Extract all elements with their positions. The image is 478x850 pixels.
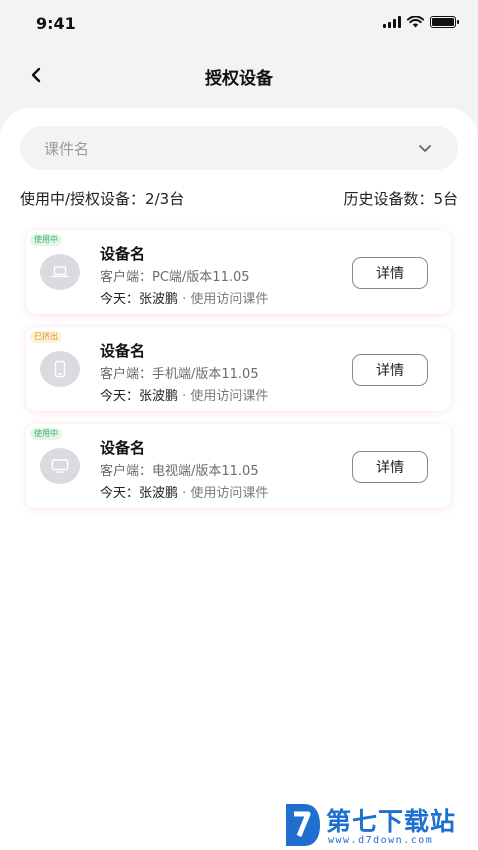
device-card[interactable]: 已挤出 设备名 客户端：手机端/版本11.05 今天：张波鹏 · 使用访问课件 … xyxy=(26,327,451,411)
usage-action: · 使用访问课件 xyxy=(182,389,269,404)
detail-button[interactable]: 详情 xyxy=(352,257,428,289)
device-usage: 今天：张波鹏 · 使用访问课件 xyxy=(100,288,268,307)
d7-logo-icon xyxy=(286,804,320,846)
nav-bar: 授权设备 xyxy=(0,52,478,98)
status-badge: 已挤出 xyxy=(30,331,62,343)
usage-user: 今天：张波鹏 xyxy=(100,292,179,307)
device-usage: 今天：张波鹏 · 使用访问课件 xyxy=(100,385,268,404)
main-panel: 课件名 使用中/授权设备：2/3台 历史设备数：5台 使用中 设备名 客户端：P… xyxy=(0,108,478,850)
watermark-logo: 第七下载站 www.d7down.com xyxy=(282,800,472,848)
wifi-icon xyxy=(407,16,424,28)
status-icons xyxy=(383,16,459,28)
device-name: 设备名 xyxy=(100,342,146,360)
page-title: 授权设备 xyxy=(205,69,273,89)
courseware-select-placeholder: 课件名 xyxy=(44,139,90,158)
device-avatar xyxy=(40,351,80,387)
device-name: 设备名 xyxy=(100,245,146,263)
usage-user: 今天：张波鹏 xyxy=(100,389,179,404)
active-device-count: 使用中/授权设备：2/3台 xyxy=(20,190,185,208)
chevron-down-icon xyxy=(419,144,431,152)
status-time: 9:41 xyxy=(36,14,76,33)
device-name: 设备名 xyxy=(100,439,146,457)
device-summary: 使用中/授权设备：2/3台 历史设备数：5台 xyxy=(20,188,458,209)
device-usage: 今天：张波鹏 · 使用访问课件 xyxy=(100,482,268,501)
status-badge: 使用中 xyxy=(30,428,62,440)
battery-icon xyxy=(430,16,459,28)
laptop-icon xyxy=(51,266,69,278)
usage-user: 今天：张波鹏 xyxy=(100,486,179,501)
device-avatar xyxy=(40,254,80,290)
status-badge: 使用中 xyxy=(30,234,62,246)
device-client: 客户端：手机端/版本11.05 xyxy=(100,367,259,382)
phone-icon xyxy=(54,360,66,378)
device-card[interactable]: 使用中 设备名 客户端：PC端/版本11.05 今天：张波鹏 · 使用访问课件 … xyxy=(26,230,451,314)
courseware-select[interactable]: 课件名 xyxy=(20,126,458,170)
watermark-title: 第七下载站 xyxy=(326,807,457,836)
tv-icon xyxy=(51,459,69,473)
usage-action: · 使用访问课件 xyxy=(182,486,269,501)
detail-button[interactable]: 详情 xyxy=(352,354,428,386)
usage-action: · 使用访问课件 xyxy=(182,292,269,307)
device-avatar xyxy=(40,448,80,484)
status-bar: 9:41 xyxy=(0,0,478,48)
device-card[interactable]: 使用中 设备名 客户端：电视端/版本11.05 今天：张波鹏 · 使用访问课件 … xyxy=(26,424,451,508)
watermark-url: www.d7down.com xyxy=(328,835,434,846)
cellular-signal-icon xyxy=(383,16,401,28)
history-device-count: 历史设备数：5台 xyxy=(343,190,458,208)
device-client: 客户端：电视端/版本11.05 xyxy=(100,464,259,479)
device-client: 客户端：PC端/版本11.05 xyxy=(100,270,250,285)
detail-button[interactable]: 详情 xyxy=(352,451,428,483)
